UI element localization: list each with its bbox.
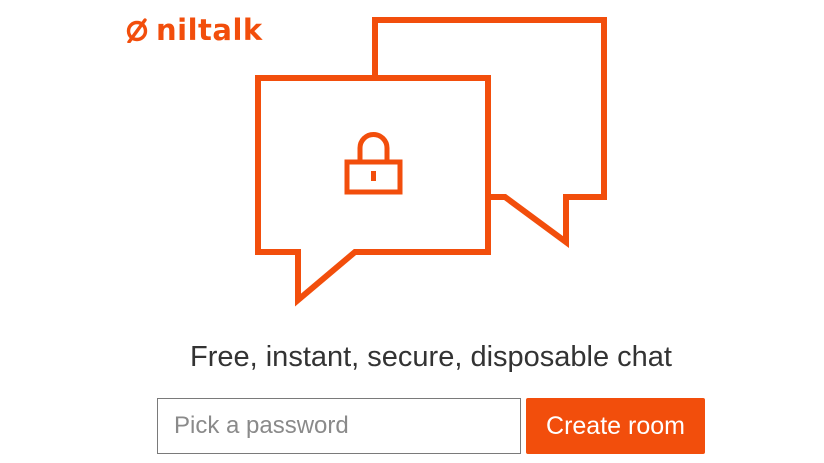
tagline: Free, instant, secure, disposable chat <box>190 341 672 373</box>
password-input[interactable] <box>157 398 521 454</box>
lock-icon <box>344 132 403 195</box>
front-chat-bubble-icon <box>255 75 491 307</box>
chat-bubbles-lock-icon <box>255 17 607 307</box>
create-room-button[interactable]: Create room <box>526 398 705 454</box>
